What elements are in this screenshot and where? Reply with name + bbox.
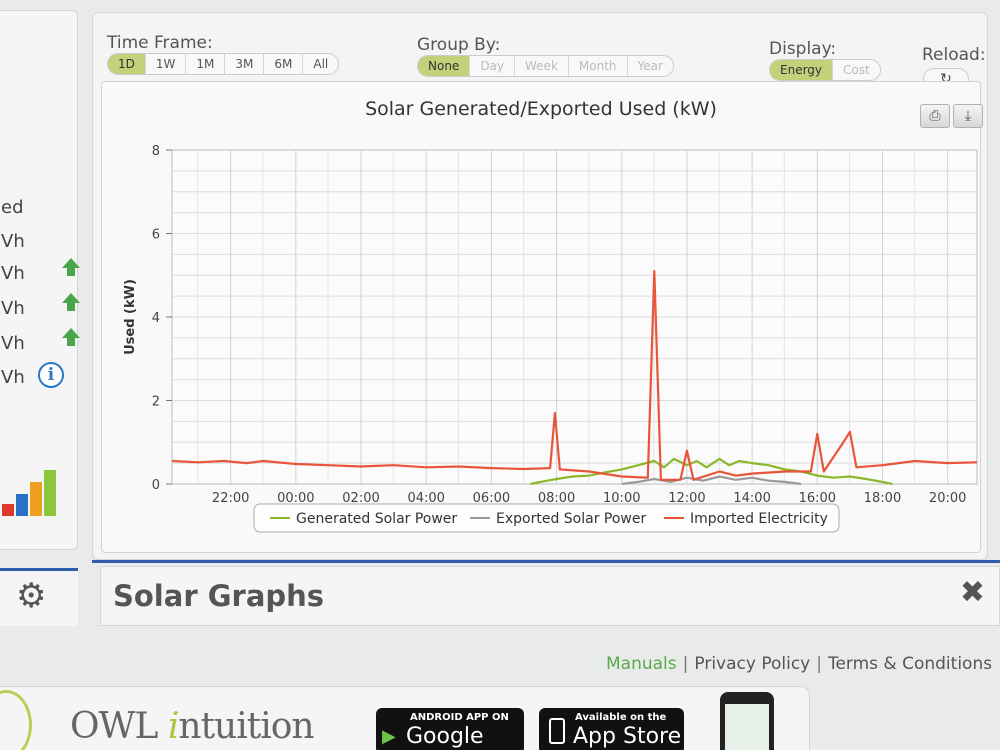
logo-text-ntuition: ntuition (178, 706, 314, 747)
line-chart: 0246822:00 00:00 02:00 04:00 06:00 08:00 10:00… (123, 144, 978, 533)
y-tick-label: 6 (152, 228, 160, 243)
info-icon[interactable]: i (38, 362, 64, 388)
option-week-button[interactable]: Week (515, 56, 569, 76)
option-cost-button[interactable]: Cost (833, 60, 880, 80)
divider (92, 560, 1000, 563)
gear-icon[interactable]: ⚙ (16, 579, 46, 613)
section-title: Solar Graphs (113, 579, 325, 613)
owl-intuition-logo[interactable]: OWL intuition (70, 706, 315, 747)
display-group: Energy Cost (769, 59, 881, 81)
time-frame-label: Time Frame: (107, 33, 213, 53)
summary-value-1: Vh (1, 231, 25, 252)
apple-badge-big: App Store (573, 724, 682, 749)
phone-icon (549, 718, 565, 744)
legend-label: Imported Electricity (690, 511, 828, 527)
google-badge-big: Google play (406, 724, 484, 750)
x-tick-label: 22:00 (212, 491, 249, 506)
y-tick-label: 0 (152, 478, 160, 493)
option-none-button[interactable]: None (418, 56, 471, 76)
separator: | (682, 654, 689, 674)
google-badge-small: ANDROID APP ON (410, 712, 509, 723)
time-frame-group: 1D 1W 1M 3M 6M All (107, 53, 340, 75)
privacy-link[interactable]: Privacy Policy (694, 654, 810, 674)
signal-strength-icon (2, 468, 62, 516)
close-icon[interactable]: ✖ (960, 575, 985, 610)
footer-links: Manuals | Privacy Policy | Terms & Condition… (606, 654, 992, 674)
apple-badge-small: Available on the (575, 712, 667, 723)
option-month-button[interactable]: Month (569, 56, 628, 76)
summary-value-3: Vh (1, 298, 25, 319)
reload-label: Reload: (922, 45, 986, 65)
x-tick-label: 20:00 (929, 491, 966, 506)
group-by-group: None Day Week Month Year (417, 55, 674, 77)
option-day-button[interactable]: Day (470, 56, 516, 76)
settings-box: ⚙ (0, 568, 78, 626)
terms-link[interactable]: Terms & Conditions (828, 654, 992, 674)
option-1w-button[interactable]: 1W (146, 54, 187, 74)
logo-text-owl: OWL (70, 706, 158, 747)
legend-label: Exported Solar Power (496, 511, 646, 527)
separator: | (816, 654, 822, 674)
option-1d-button[interactable]: 1D (108, 54, 146, 74)
graph-panel: Time Frame: 1D 1W 1M 3M 6M All Group By: None… (92, 12, 988, 560)
manuals-link[interactable]: Manuals (606, 654, 677, 674)
y-tick-label: 2 (152, 395, 160, 410)
summary-value-4: Vh (1, 333, 25, 354)
x-tick-label: 18:00 (864, 491, 901, 506)
app-store-badge[interactable]: Available on the App Store (539, 708, 684, 750)
option-6m-button[interactable]: 6M (264, 54, 304, 74)
chart-container: Solar Generated/Exported Used (kW) ⎙ ⤓ 0… (101, 81, 983, 553)
summary-value-2: Vh (1, 263, 25, 284)
option-all-button[interactable]: All (303, 54, 338, 74)
option-1m-button[interactable]: 1M (186, 54, 226, 74)
summary-value-5: Vh (1, 367, 25, 388)
signal-bar (30, 482, 42, 516)
signal-bar (16, 494, 28, 516)
y-tick-label: 8 (152, 144, 160, 159)
summary-label-truncated: ed (1, 197, 24, 218)
google-play-badge[interactable]: ANDROID APP ON Google play ▶ (376, 708, 524, 750)
y-tick-label: 4 (152, 311, 160, 326)
option-energy-button[interactable]: Energy (770, 60, 834, 80)
option-year-button[interactable]: Year (628, 56, 673, 76)
group-by-label: Group By: (417, 35, 501, 55)
phone-app-image (720, 692, 774, 750)
play-icon: ▶ (382, 726, 396, 747)
logo-text-i: i (167, 706, 179, 747)
signal-bar (2, 504, 14, 516)
section-header: Solar Graphs ✖ (100, 566, 1000, 626)
signal-bar (44, 470, 56, 516)
option-3m-button[interactable]: 3M (225, 54, 265, 74)
y-axis-label: Used (kW) (123, 279, 138, 355)
legend-label: Generated Solar Power (296, 511, 457, 527)
display-label: Display: (769, 39, 837, 59)
